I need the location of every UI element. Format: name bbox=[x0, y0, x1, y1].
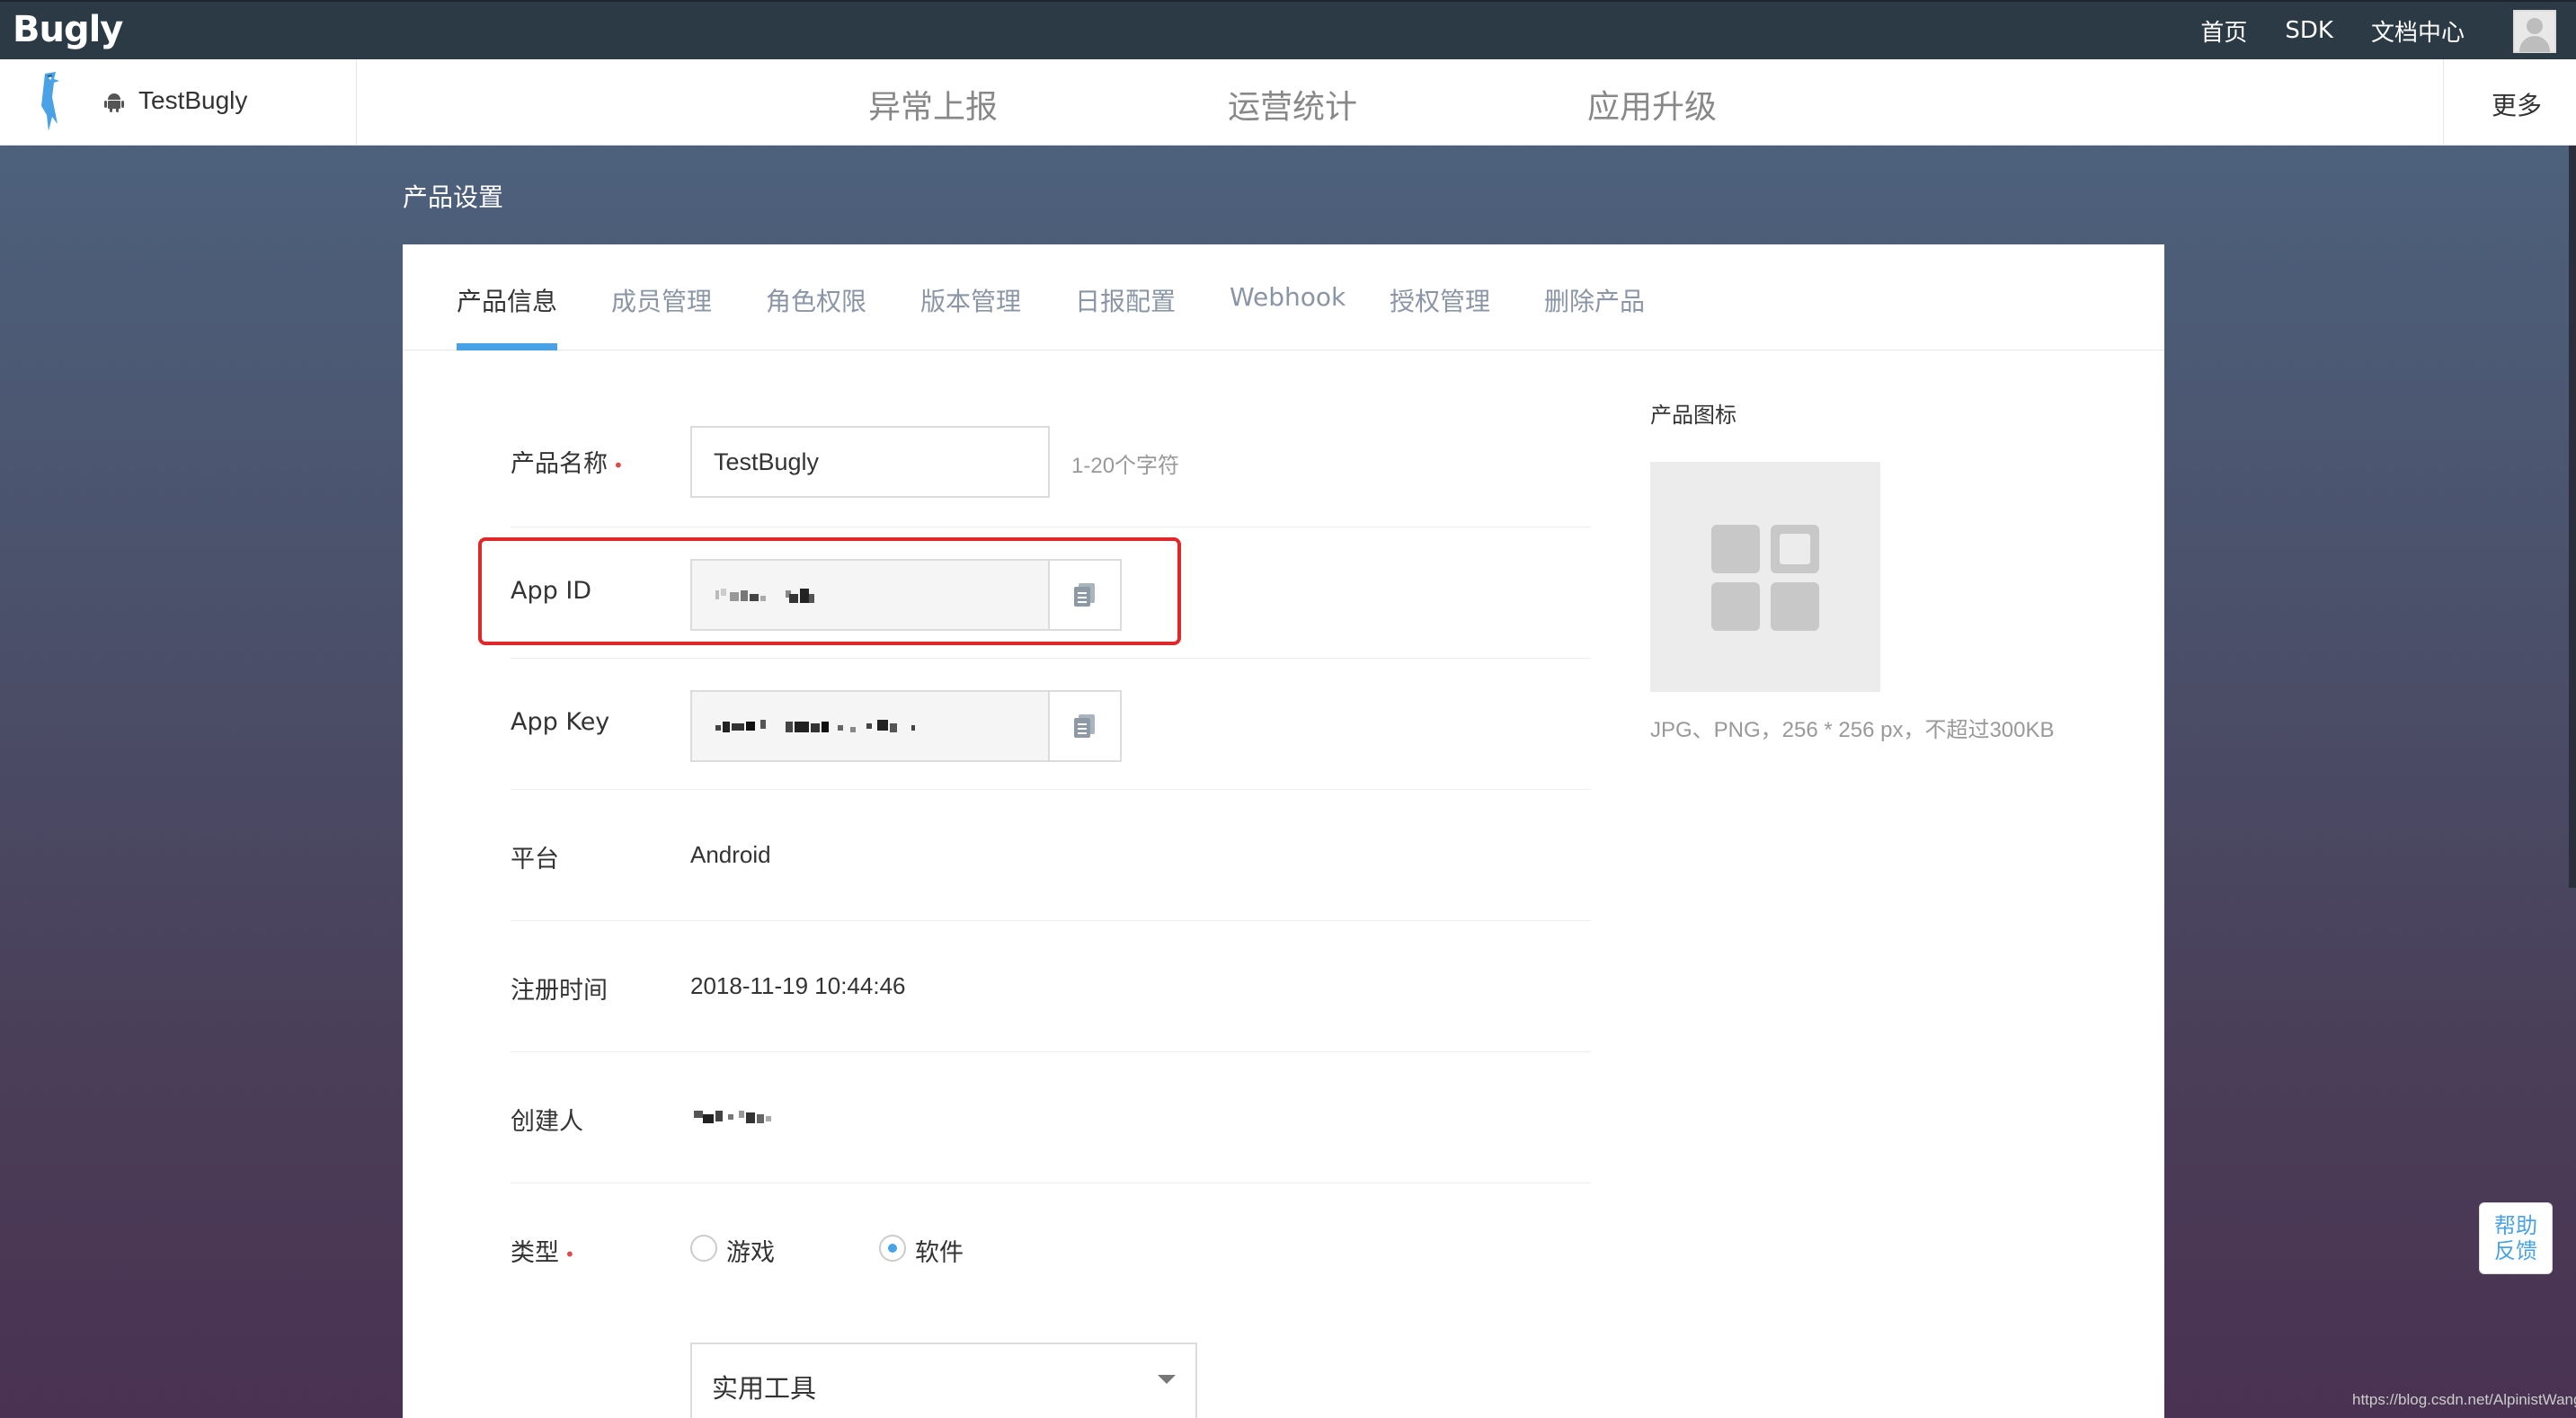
app-id-highlight-box bbox=[478, 537, 1181, 645]
type-label: 类型 • bbox=[511, 1239, 575, 1267]
creator-label: 创建人 bbox=[511, 1108, 583, 1136]
home-link[interactable]: 首页 bbox=[2200, 14, 2247, 48]
divider bbox=[511, 920, 1591, 921]
sdk-link[interactable]: SDK bbox=[2285, 17, 2333, 44]
docs-link[interactable]: 文档中心 bbox=[2371, 14, 2465, 48]
tab-roles[interactable]: 角色权限 bbox=[766, 282, 866, 318]
radio-game[interactable] bbox=[690, 1235, 717, 1262]
bugly-logo[interactable]: Bugly bbox=[13, 9, 123, 50]
tab-delete-product[interactable]: 删除产品 bbox=[1544, 282, 1645, 318]
android-icon bbox=[104, 93, 124, 112]
help-label: 帮助 bbox=[2494, 1213, 2537, 1238]
divider bbox=[511, 789, 1591, 790]
feedback-label: 反馈 bbox=[2494, 1238, 2537, 1263]
settings-tabs: 产品信息 成员管理 角色权限 版本管理 日报配置 Webhook 授权管理 删除… bbox=[403, 244, 2164, 350]
product-name-hint: 1-20个字符 bbox=[1071, 454, 1180, 478]
tab-operation-stats[interactable]: 运营统计 bbox=[1228, 81, 1357, 128]
divider bbox=[356, 59, 357, 146]
category-value: 实用工具 bbox=[712, 1373, 817, 1404]
register-time-value: 2018-11-19 10:44:46 bbox=[690, 972, 906, 999]
app-key-field bbox=[690, 690, 1050, 762]
tab-members[interactable]: 成员管理 bbox=[611, 282, 712, 318]
creator-redacted bbox=[694, 1111, 771, 1123]
redacted-value bbox=[715, 720, 915, 732]
radio-software-label[interactable]: 软件 bbox=[915, 1233, 964, 1268]
watermark: https://blog.csdn.net/AlpinistWang bbox=[2352, 1391, 2576, 1408]
more-menu[interactable]: 更多 bbox=[2492, 86, 2542, 122]
tab-authorization[interactable]: 授权管理 bbox=[1390, 282, 1490, 318]
product-name-input[interactable]: TestBugly bbox=[690, 426, 1050, 498]
active-tab-indicator bbox=[457, 343, 557, 350]
tab-versions[interactable]: 版本管理 bbox=[920, 282, 1021, 318]
tab-app-upgrade[interactable]: 应用升级 bbox=[1587, 81, 1717, 128]
divider bbox=[2443, 59, 2444, 146]
chevron-down-icon bbox=[1158, 1375, 1176, 1384]
top-bar: Bugly 首页 SDK 文档中心 bbox=[0, 0, 2576, 59]
radio-software[interactable] bbox=[879, 1235, 906, 1262]
product-icon-note: JPG、PNG，256 * 256 px，不超过300KB bbox=[1650, 718, 2055, 742]
register-time-label: 注册时间 bbox=[511, 977, 608, 1005]
product-name-label: 产品名称 • bbox=[511, 450, 624, 478]
platform-label: 平台 bbox=[511, 846, 559, 873]
settings-card: 产品信息 成员管理 角色权限 版本管理 日报配置 Webhook 授权管理 删除… bbox=[403, 244, 2164, 1418]
app-switcher[interactable]: TestBugly bbox=[138, 86, 247, 115]
copy-icon bbox=[1074, 714, 1095, 738]
radio-game-label[interactable]: 游戏 bbox=[726, 1233, 775, 1268]
help-feedback-button[interactable]: 帮助 反馈 bbox=[2479, 1202, 2553, 1274]
tab-daily-report[interactable]: 日报配置 bbox=[1075, 282, 1176, 318]
product-icon-upload[interactable] bbox=[1650, 462, 1880, 692]
scrollbar[interactable] bbox=[2569, 146, 2576, 888]
divider bbox=[511, 658, 1591, 659]
tab-product-info[interactable]: 产品信息 bbox=[457, 282, 557, 318]
tab-crash-report[interactable]: 异常上报 bbox=[868, 81, 998, 128]
tab-webhook[interactable]: Webhook bbox=[1230, 282, 1346, 312]
category-select[interactable]: 实用工具 bbox=[690, 1343, 1197, 1418]
platform-value: Android bbox=[690, 841, 771, 868]
product-icon-label: 产品图标 bbox=[1650, 403, 1737, 428]
avatar[interactable] bbox=[2513, 10, 2556, 53]
page-title: 产品设置 bbox=[403, 182, 504, 212]
app-grid-icon bbox=[1711, 525, 1819, 631]
app-nav-bar: TestBugly 异常上报 运营统计 应用升级 更多 bbox=[0, 59, 2576, 146]
copy-app-key-button[interactable] bbox=[1048, 690, 1122, 762]
top-links: 首页 SDK 文档中心 bbox=[2163, 2, 2465, 59]
divider bbox=[511, 1051, 1591, 1052]
woodpecker-logo-icon[interactable] bbox=[32, 70, 72, 133]
app-key-label: App Key bbox=[511, 708, 610, 736]
